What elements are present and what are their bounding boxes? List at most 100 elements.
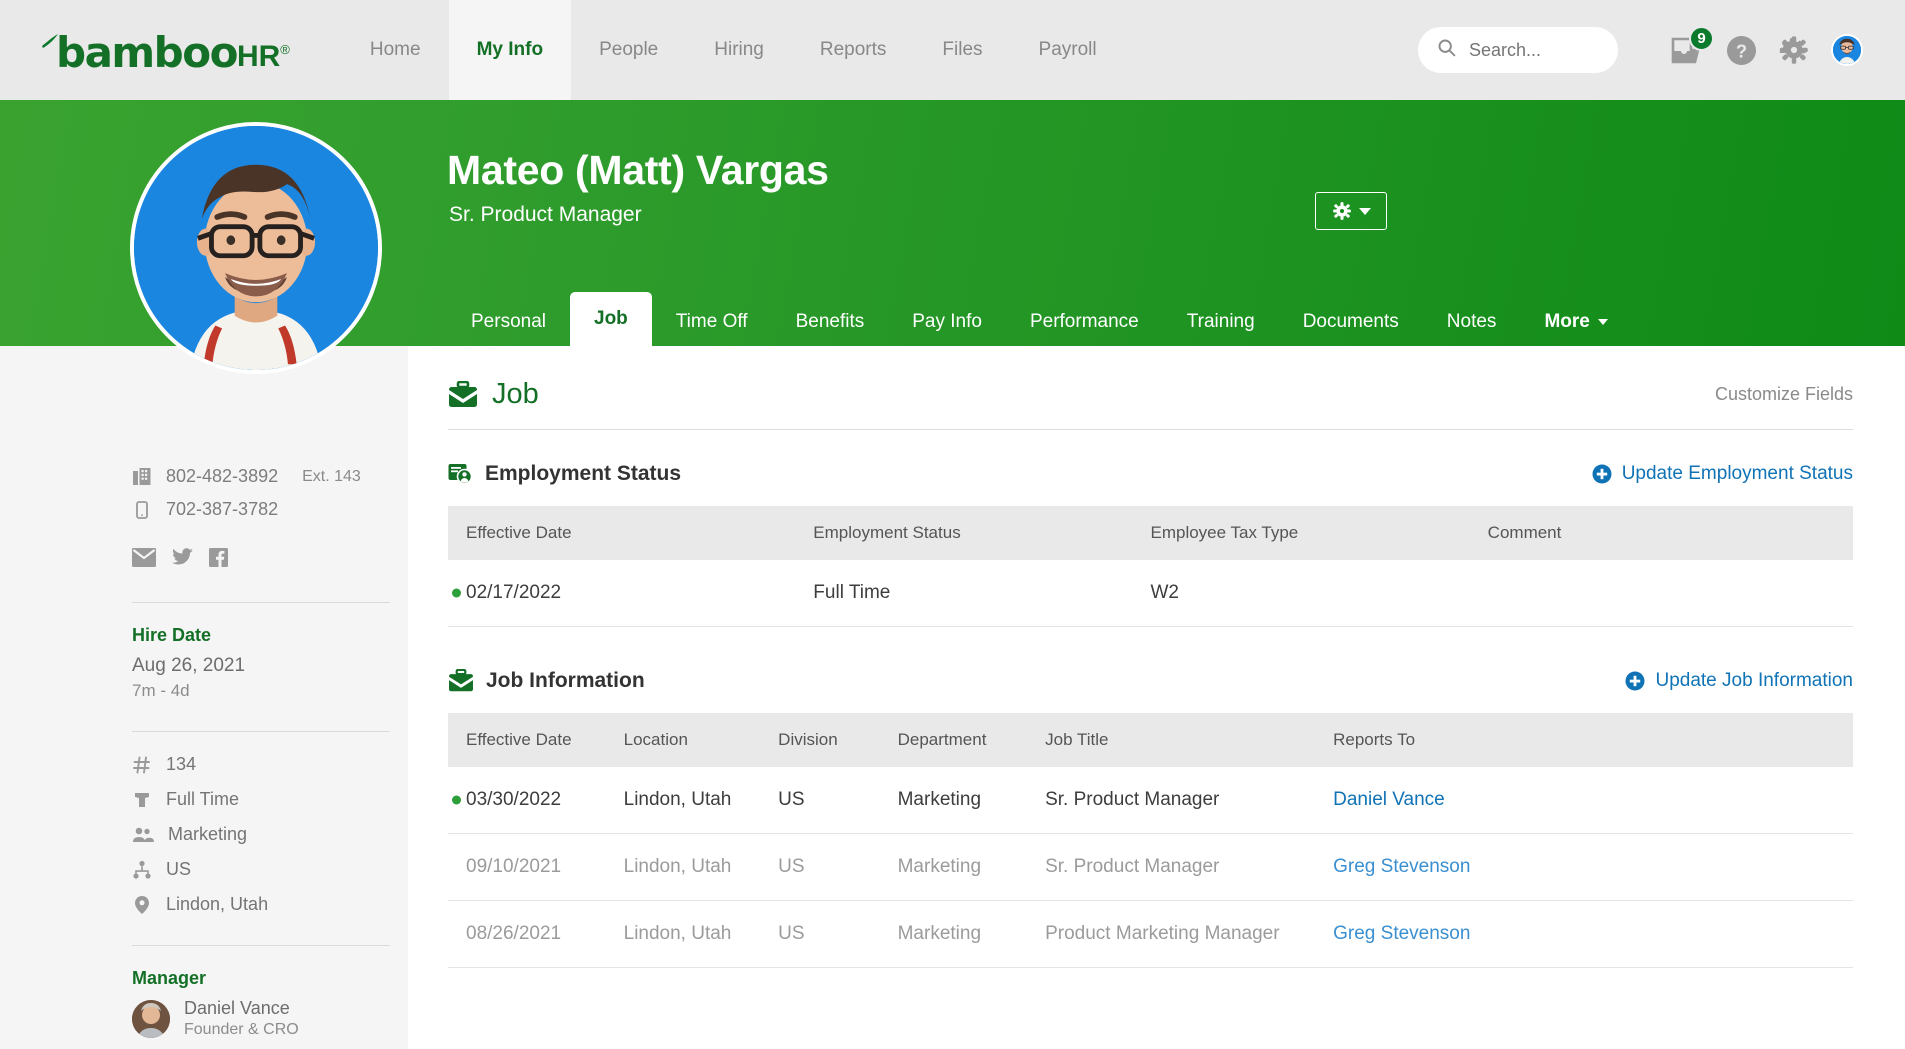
employment-status-table: Effective Date Employment Status Employe… [448,506,1853,627]
customize-fields-link[interactable]: Customize Fields [1715,384,1853,405]
tab-more[interactable]: More [1520,298,1631,346]
section-title: Job [492,378,539,411]
reports-to-link[interactable]: Greg Stevenson [1333,856,1470,877]
column-header-department: Department [898,713,1046,767]
email-icon[interactable] [132,548,156,572]
employment-status-icon [448,463,473,486]
tab-label: Benefits [796,311,865,333]
manager-block: Manager Daniel Vance Founder & CRO [132,968,408,1039]
manager-label: Manager [132,968,408,989]
cell-location: Lindon, Utah [624,901,779,968]
column-header-location: Location [624,713,779,767]
tab-label: Notes [1447,311,1497,333]
work-phone-row[interactable]: 802-482-3892 Ext. 143 [132,466,408,487]
attribute-value: Marketing [168,824,247,845]
table-row[interactable]: 03/30/2022 Lindon, Utah US Marketing Sr.… [448,767,1853,834]
help-button[interactable]: ? [1726,35,1757,66]
hire-date-block: Hire Date Aug 26, 2021 7m - 4d [132,625,408,701]
attribute-employee-number: 134 [132,754,408,775]
shirt-icon [132,790,152,810]
nav-item-files[interactable]: Files [914,0,1010,100]
nav-item-home[interactable]: Home [342,0,449,100]
tab-job[interactable]: Job [570,292,652,346]
nav-label: Reports [820,39,887,61]
job-information-header: Job Information Update Job Information [448,669,1853,693]
table-row[interactable]: 02/17/2022 Full Time W2 [448,560,1853,627]
header-divider [448,429,1853,430]
nav-item-my-info[interactable]: My Info [449,0,572,100]
update-employment-status-button[interactable]: Update Employment Status [1592,463,1853,485]
cell-reports-to: Greg Stevenson [1333,901,1853,968]
nav-item-payroll[interactable]: Payroll [1011,0,1125,100]
mobile-phone-row[interactable]: 702-387-3782 [132,499,408,520]
account-avatar-button[interactable] [1831,34,1863,66]
tab-label: Pay Info [912,311,982,333]
gear-icon [1779,35,1809,65]
manager-item[interactable]: Daniel Vance Founder & CRO [132,998,408,1039]
section-title: Employment Status [485,462,681,486]
top-navigation-bar: bamboo HR ® Home My Info People Hiring R… [0,0,1905,100]
settings-button[interactable] [1779,35,1809,65]
search-input[interactable] [1469,40,1609,61]
employee-tab-bar: Personal Job Time Off Benefits Pay Info … [447,292,1632,346]
tab-label: Time Off [676,311,748,333]
attribute-value: 134 [166,754,196,775]
section-title: Job Information [486,669,645,693]
chevron-down-icon [1598,319,1608,325]
office-building-icon [132,467,152,487]
logo-text-hr: HR [237,42,280,72]
cell-job-title: Sr. Product Manager [1045,834,1333,901]
attribute-department: Marketing [132,824,408,845]
nav-item-reports[interactable]: Reports [792,0,915,100]
job-page-header: Job Customize Fields [448,378,1853,411]
inbox-button[interactable]: 9 [1670,35,1704,65]
sidebar-divider-1 [132,602,390,603]
reports-to-link[interactable]: Greg Stevenson [1333,923,1470,944]
reports-to-link[interactable]: Daniel Vance [1333,789,1445,810]
table-row[interactable]: 08/26/2021 Lindon, Utah US Marketing Pro… [448,901,1853,968]
nav-label: My Info [477,39,544,61]
hash-icon [132,755,152,775]
twitter-icon[interactable] [172,548,193,572]
facebook-icon[interactable] [209,548,228,572]
cell-job-title: Sr. Product Manager [1045,767,1333,834]
cell-effective-date: 09/10/2021 [448,834,624,901]
employee-photo[interactable] [130,122,382,374]
nav-item-people[interactable]: People [571,0,686,100]
manager-avatar [132,1000,170,1038]
cell-reports-to: Greg Stevenson [1333,834,1853,901]
tab-label: Job [594,308,628,330]
column-header-effective-date: Effective Date [448,713,624,767]
nav-label: Payroll [1039,39,1097,61]
tab-personal[interactable]: Personal [447,298,570,346]
employee-settings-button[interactable] [1315,192,1387,230]
employee-job-title: Sr. Product Manager [449,203,642,227]
tab-documents[interactable]: Documents [1279,298,1423,346]
update-job-information-button[interactable]: Update Job Information [1625,670,1853,692]
column-header-comment: Comment [1488,506,1853,560]
column-header-employment-status: Employment Status [813,506,1150,560]
nav-label: People [599,39,658,61]
cell-reports-to: Daniel Vance [1333,767,1853,834]
table-row[interactable]: 09/10/2021 Lindon, Utah US Marketing Sr.… [448,834,1853,901]
search-icon [1436,37,1457,63]
cell-comment [1488,560,1853,627]
search-box[interactable] [1418,27,1618,73]
cell-employment-status: Full Time [813,560,1150,627]
work-phone-extension: Ext. 143 [302,468,361,486]
tab-label: More [1544,311,1589,333]
tab-performance[interactable]: Performance [1006,298,1163,346]
tab-benefits[interactable]: Benefits [772,298,889,346]
tab-time-off[interactable]: Time Off [652,298,772,346]
tab-pay-info[interactable]: Pay Info [888,298,1006,346]
plus-circle-icon [1625,671,1645,691]
bamboohr-logo[interactable]: bamboo HR ® [40,26,290,74]
column-header-effective-date: Effective Date [448,506,813,560]
tab-notes[interactable]: Notes [1423,298,1521,346]
tab-training[interactable]: Training [1163,298,1279,346]
nav-item-hiring[interactable]: Hiring [686,0,792,100]
column-header-employee-tax-type: Employee Tax Type [1150,506,1487,560]
help-circle-icon: ? [1726,35,1757,66]
cell-effective-date: 02/17/2022 [448,560,813,627]
cell-location: Lindon, Utah [624,767,779,834]
